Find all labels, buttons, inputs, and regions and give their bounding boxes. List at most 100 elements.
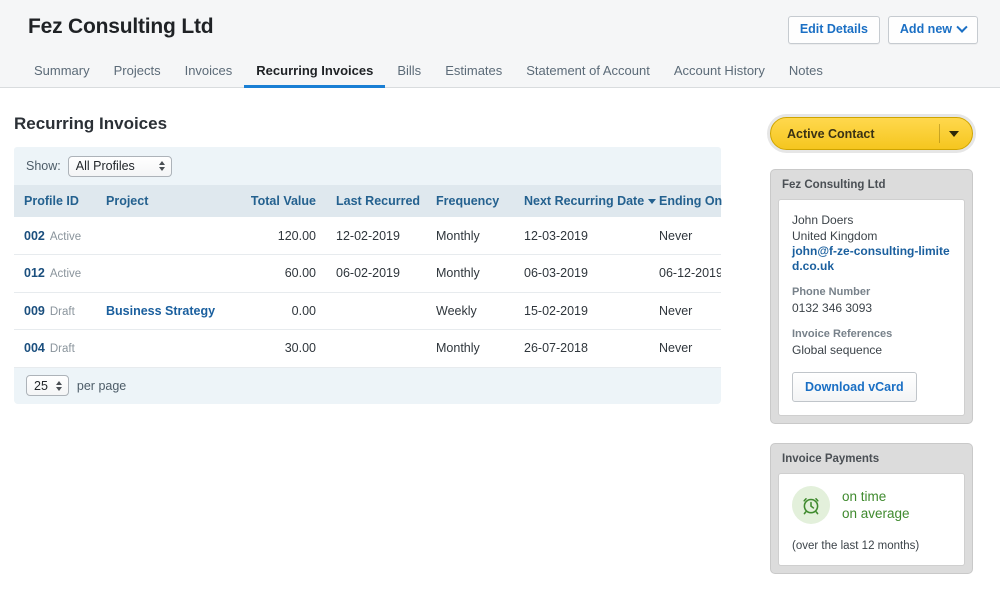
contact-name: John Doers [792,212,951,228]
profile-id-value[interactable]: 004 [24,341,45,355]
tab-notes[interactable]: Notes [777,64,835,88]
contact-card: Fez Consulting Ltd John Doers United Kin… [770,169,973,424]
cell-profile-id: 009 Draft [14,292,96,330]
header-actions: Edit Details Add new [788,16,978,44]
cell-last-recurred: 12-02-2019 [326,217,426,255]
filter-bar: Show: All Profiles [14,147,721,185]
references-group: Invoice References Global sequence [792,327,951,358]
add-new-button[interactable]: Add new [888,16,978,44]
invoice-payments-body: on time on average (over the last 12 mon… [778,473,965,566]
cell-total-value: 0.00 [231,292,326,330]
cell-frequency: Monthly [426,255,514,293]
right-sidebar: Active Contact Fez Consulting Ltd John D… [770,117,973,574]
stepper-arrows-icon [159,161,165,171]
col-ending-on[interactable]: Ending On [649,185,721,217]
cell-profile-id: 012 Active [14,255,96,293]
table-body: 002 Active 120.00 12-02-2019 Monthly 12-0… [14,217,721,367]
project-link[interactable]: Business Strategy [106,304,215,318]
payments-line-1: on time [842,488,910,505]
tab-bar: Summary Projects Invoices Recurring Invo… [22,55,835,88]
tab-projects[interactable]: Projects [102,64,173,88]
stepper-arrows-icon [56,381,62,391]
profile-filter-value: All Profiles [76,159,135,173]
section-title: Recurring Invoices [14,114,167,134]
profile-status: Active [50,231,81,243]
cell-profile-id: 004Draft [14,330,96,368]
table-head: Profile ID Project Total Value Last Recu… [14,185,721,217]
table-row[interactable]: 002 Active 120.00 12-02-2019 Monthly 12-0… [14,217,721,255]
profile-status: Active [50,268,81,280]
references-value: Global sequence [792,342,951,358]
cell-project: Business Strategy [96,292,231,330]
table-header-row: Profile ID Project Total Value Last Recu… [14,185,721,217]
profile-status: Draft [50,306,75,318]
download-vcard-button[interactable]: Download vCard [792,372,917,402]
col-total-value[interactable]: Total Value [231,185,326,217]
contact-card-body: John Doers United Kingdom john@f-ze-cons… [778,199,965,416]
cell-ending-on: 06-12-2019 [649,255,721,293]
contact-country: United Kingdom [792,228,951,244]
alarm-clock-icon [792,486,830,524]
cell-profile-id: 002 Active [14,217,96,255]
payments-summary-row: on time on average [792,486,951,524]
page-header: Fez Consulting Ltd Edit Details Add new … [0,0,1000,88]
cell-next-recurring-date: 26-07-2018 [514,330,649,368]
invoice-payments-title: Invoice Payments [778,451,965,473]
cell-total-value: 30.00 [231,330,326,368]
per-page-value: 25 [34,379,48,393]
edit-details-button[interactable]: Edit Details [788,16,880,44]
profile-filter-select[interactable]: All Profiles [68,156,172,177]
tab-statement-of-account[interactable]: Statement of Account [514,64,662,88]
invoice-payments-card: Invoice Payments on tim [770,443,973,574]
payments-text: on time on average [842,488,910,522]
per-page-select[interactable]: 25 [26,375,69,396]
profile-id-value[interactable]: 009 [24,304,45,318]
profile-id-value[interactable]: 002 [24,229,45,243]
contact-email-link[interactable]: john@f-ze-consulting-limited.co.uk [792,244,951,274]
references-label: Invoice References [792,327,951,342]
cell-last-recurred [326,330,426,368]
cell-project [96,255,231,293]
payments-line-2: on average [842,505,910,522]
tab-recurring-invoices[interactable]: Recurring Invoices [244,64,385,88]
cell-frequency: Monthly [426,217,514,255]
cell-next-recurring-date: 15-02-2019 [514,292,649,330]
per-page-label: per page [77,379,126,393]
phone-label: Phone Number [792,285,951,300]
table-row[interactable]: 009Draft Business Strategy 0.00 Weekly 1… [14,292,721,330]
cell-next-recurring-date: 12-03-2019 [514,217,649,255]
profile-id-value[interactable]: 012 [24,266,45,280]
cell-total-value: 60.00 [231,255,326,293]
col-project[interactable]: Project [96,185,231,217]
col-next-recurring-date[interactable]: Next Recurring Date [514,185,649,217]
page-title-company: Fez Consulting Ltd [28,15,213,39]
cell-total-value: 120.00 [231,217,326,255]
tab-bills[interactable]: Bills [385,64,433,88]
col-frequency[interactable]: Frequency [426,185,514,217]
add-new-label: Add new [900,23,952,36]
cell-frequency: Monthly [426,330,514,368]
phone-group: Phone Number 0132 346 3093 [792,285,951,316]
caret-down-icon[interactable] [949,131,959,137]
table-row[interactable]: 004Draft 30.00 Monthly 26-07-2018 Never [14,330,721,368]
col-last-recurred[interactable]: Last Recurred [326,185,426,217]
cell-next-recurring-date: 06-03-2019 [514,255,649,293]
cell-ending-on: Never [649,217,721,255]
tab-estimates[interactable]: Estimates [433,64,514,88]
payments-note: (over the last 12 months) [792,540,951,552]
edit-details-label: Edit Details [800,23,868,36]
tab-summary[interactable]: Summary [22,64,102,88]
filter-label: Show: [26,159,61,173]
active-contact-button[interactable]: Active Contact [770,117,973,150]
col-next-recurring-date-label: Next Recurring Date [524,194,644,208]
tab-invoices[interactable]: Invoices [173,64,245,88]
cell-project [96,330,231,368]
pagination-bar: 25 per page [14,368,721,404]
table-row[interactable]: 012Active 60.00 06-02-2019 Monthly 06-03… [14,255,721,293]
chevron-down-icon [956,21,967,32]
button-divider [939,124,940,143]
sort-desc-icon [648,199,656,204]
tab-account-history[interactable]: Account History [662,64,777,88]
col-profile-id[interactable]: Profile ID [14,185,96,217]
recurring-invoices-table: Profile ID Project Total Value Last Recu… [14,185,721,368]
